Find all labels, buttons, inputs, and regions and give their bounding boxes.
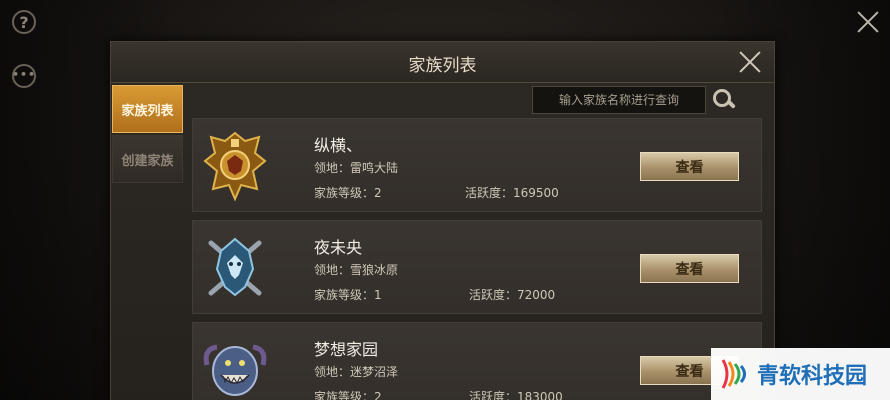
- help-icon[interactable]: ?: [12, 10, 36, 34]
- search-icon[interactable]: [711, 86, 739, 114]
- clan-territory: 领地：迷梦沼泽: [314, 365, 399, 379]
- clan-activity: 活跃度：183000: [469, 390, 563, 400]
- clan-activity: 活跃度：169500: [465, 186, 559, 200]
- watermark: 青软科技园: [711, 348, 890, 400]
- clan-territory: 领地：雪狼冰原: [314, 263, 399, 277]
- clan-list: 纵横、 领地：雷鸣大陆 家族等级：2 活跃度：169500 查看 夜未央 领地：…: [192, 118, 762, 400]
- clan-list-panel: 家族列表 家族列表 创建家族 纵横、 领地：雷鸣大陆 家族等级：2 活跃度：16…: [110, 41, 775, 400]
- view-clan-button[interactable]: 查看: [640, 152, 739, 181]
- clan-name: 梦想家园: [314, 340, 379, 359]
- panel-title: 家族列表: [408, 56, 477, 76]
- clan-search-input[interactable]: [532, 86, 706, 114]
- clan-card: 纵横、 领地：雷鸣大陆 家族等级：2 活跃度：169500 查看: [192, 118, 762, 212]
- clan-activity: 活跃度：72000: [469, 288, 556, 302]
- panel-close-icon[interactable]: [738, 50, 762, 74]
- tab-clan-list[interactable]: 家族列表: [112, 85, 183, 133]
- golden-dragon-emblem-icon: [203, 131, 267, 201]
- ice-wolf-emblem-icon: [208, 237, 262, 297]
- clan-card: 梦想家园 领地：迷梦沼泽 家族等级：2 活跃度：183000 查看: [192, 322, 762, 400]
- clan-level: 家族等级：2: [314, 186, 382, 200]
- watermark-text: 青软科技园: [757, 364, 868, 389]
- clan-level: 家族等级：1: [314, 288, 382, 302]
- swamp-beast-emblem-icon: [203, 344, 267, 396]
- watermark-logo-icon: [721, 359, 746, 389]
- clan-card: 夜未央 领地：雪狼冰原 家族等级：1 活跃度：72000 查看: [192, 220, 762, 314]
- clan-name: 纵横、: [314, 136, 363, 155]
- chat-bubble-icon[interactable]: •••: [12, 64, 36, 88]
- panel-header: 家族列表: [111, 42, 774, 83]
- clan-territory: 领地：雷鸣大陆: [314, 161, 399, 175]
- tab-create-clan[interactable]: 创建家族: [112, 135, 183, 183]
- clan-name: 夜未央: [314, 238, 363, 257]
- close-icon[interactable]: [856, 10, 880, 34]
- clan-level: 家族等级：2: [314, 390, 382, 400]
- view-clan-button[interactable]: 查看: [640, 254, 739, 283]
